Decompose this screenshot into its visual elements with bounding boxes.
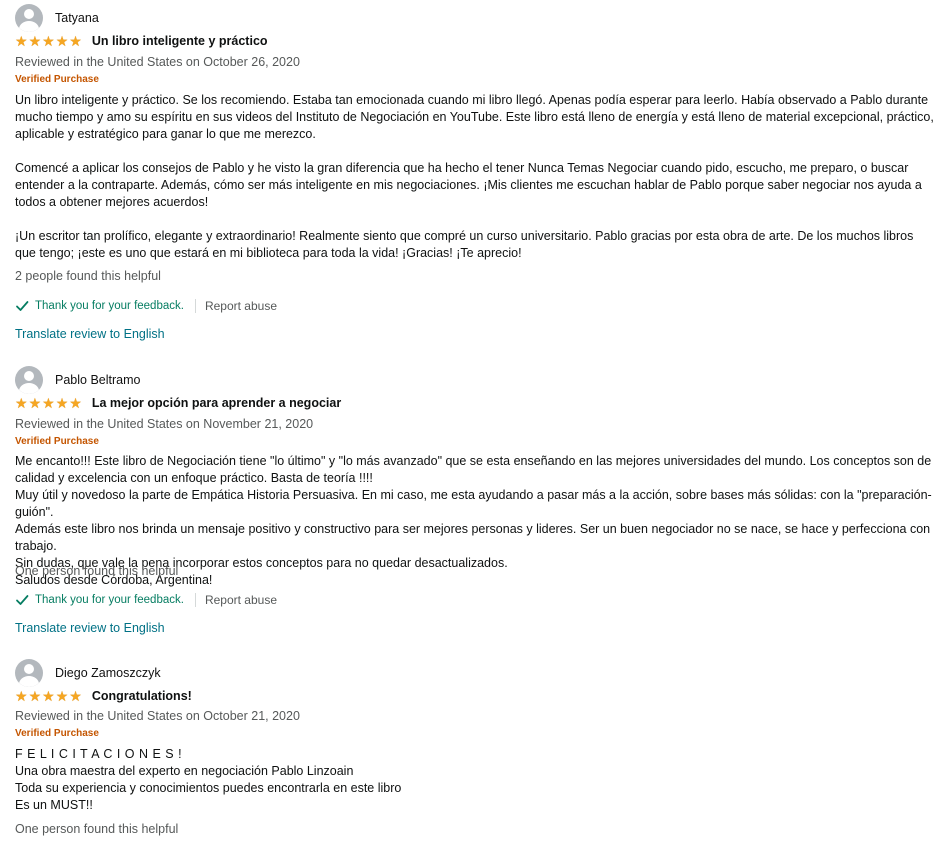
reviewer-name: Tatyana bbox=[55, 11, 99, 25]
review-date: Reviewed in the United States on Novembe… bbox=[15, 417, 314, 431]
check-icon bbox=[16, 301, 29, 311]
verified-purchase-badge[interactable]: Verified Purchase bbox=[15, 436, 99, 447]
star-icon: ★ bbox=[69, 688, 82, 704]
star-rating[interactable]: ★ ★ ★ ★ ★ bbox=[15, 396, 82, 410]
feedback-row: Thank you for your feedback. Report abus… bbox=[15, 591, 277, 609]
review-paragraph: ¡Un escritor tan prolífico, elegante y e… bbox=[15, 229, 914, 260]
reviewer-name: Pablo Beltramo bbox=[55, 373, 141, 387]
report-abuse-link[interactable]: Report abuse bbox=[205, 593, 277, 607]
helpful-count: One person found this helpful bbox=[15, 564, 179, 578]
check-icon bbox=[16, 595, 29, 605]
helpful-count: 2 people found this helpful bbox=[15, 269, 161, 283]
review-heading: ★ ★ ★ ★ ★ Congratulations! bbox=[15, 687, 192, 705]
review-date: Reviewed in the United States on October… bbox=[15, 55, 300, 69]
review-title[interactable]: Congratulations! bbox=[92, 689, 192, 703]
star-icon: ★ bbox=[69, 33, 82, 49]
feedback-thanks: Thank you for your feedback. bbox=[35, 300, 184, 312]
star-icon: ★ bbox=[15, 688, 28, 704]
feedback-row: Thank you for your feedback. Report abus… bbox=[15, 297, 277, 315]
feedback-thanks: Thank you for your feedback. bbox=[35, 594, 184, 606]
divider bbox=[194, 299, 196, 313]
review-line: Muy útil y novedoso la parte de Empática… bbox=[15, 488, 932, 519]
verified-purchase-badge[interactable]: Verified Purchase bbox=[15, 728, 99, 739]
review-line: Además este libro nos brinda un mensaje … bbox=[15, 522, 931, 553]
star-icon: ★ bbox=[55, 688, 69, 704]
review-line: Toda su experiencia y conocimientos pued… bbox=[15, 781, 402, 795]
review-body: Un libro inteligente y práctico. Se los … bbox=[15, 92, 935, 262]
review-line: F E L I C I T A C I O N E S ! bbox=[15, 747, 183, 761]
reviewer-name: Diego Zamoszczyk bbox=[55, 666, 161, 680]
star-icon: ★ bbox=[28, 395, 42, 411]
star-icon: ★ bbox=[15, 395, 28, 411]
star-icon: ★ bbox=[15, 33, 28, 49]
review-date: Reviewed in the United States on October… bbox=[15, 709, 300, 723]
star-icon: ★ bbox=[42, 395, 55, 411]
review-line: Me encanto!!! Este libro de Negociación … bbox=[15, 454, 932, 485]
divider bbox=[194, 593, 196, 607]
avatar-icon bbox=[15, 4, 43, 32]
reviewer-profile[interactable]: Pablo Beltramo bbox=[15, 365, 140, 395]
reviewer-profile[interactable]: Tatyana bbox=[15, 3, 99, 33]
reviewer-profile[interactable]: Diego Zamoszczyk bbox=[15, 658, 161, 688]
review-heading: ★ ★ ★ ★ ★ Un libro inteligente y práctico bbox=[15, 32, 268, 50]
review-body: F E L I C I T A C I O N E S ! Una obra m… bbox=[15, 746, 935, 814]
reviews-list: Tatyana ★ ★ ★ ★ ★ Un libro inteligente y prá… bbox=[0, 0, 952, 843]
star-icon: ★ bbox=[55, 33, 69, 49]
review-title[interactable]: La mejor opción para aprender a negociar bbox=[92, 396, 341, 410]
review-heading: ★ ★ ★ ★ ★ La mejor opción para aprender a ne… bbox=[15, 394, 341, 412]
review-paragraph: Comencé a aplicar los consejos de Pablo … bbox=[15, 161, 922, 209]
review-card: Tatyana ★ ★ ★ ★ ★ Un libro inteligente y prá… bbox=[0, 3, 952, 348]
verified-purchase-badge[interactable]: Verified Purchase bbox=[15, 74, 99, 85]
translate-review-link[interactable]: Translate review to English bbox=[15, 621, 165, 635]
star-icon: ★ bbox=[28, 33, 42, 49]
report-abuse-link[interactable]: Report abuse bbox=[205, 299, 277, 313]
star-icon: ★ bbox=[42, 688, 55, 704]
avatar-icon bbox=[15, 366, 43, 394]
avatar-icon bbox=[15, 659, 43, 687]
helpful-count: One person found this helpful bbox=[15, 822, 179, 836]
review-line: Es un MUST!! bbox=[15, 798, 93, 812]
review-card: Pablo Beltramo ★ ★ ★ ★ ★ La mejor opción par… bbox=[0, 365, 952, 645]
star-icon: ★ bbox=[69, 395, 82, 411]
review-card: Diego Zamoszczyk ★ ★ ★ ★ ★ Congratulations! … bbox=[0, 658, 952, 843]
translate-review-link[interactable]: Translate review to English bbox=[15, 327, 165, 341]
star-rating[interactable]: ★ ★ ★ ★ ★ bbox=[15, 34, 82, 48]
star-icon: ★ bbox=[42, 33, 55, 49]
review-line: Una obra maestra del experto en negociac… bbox=[15, 764, 354, 778]
review-paragraph: Un libro inteligente y práctico. Se los … bbox=[15, 93, 934, 141]
star-rating[interactable]: ★ ★ ★ ★ ★ bbox=[15, 689, 82, 703]
review-title[interactable]: Un libro inteligente y práctico bbox=[92, 34, 268, 48]
star-icon: ★ bbox=[55, 395, 69, 411]
star-icon: ★ bbox=[28, 688, 42, 704]
